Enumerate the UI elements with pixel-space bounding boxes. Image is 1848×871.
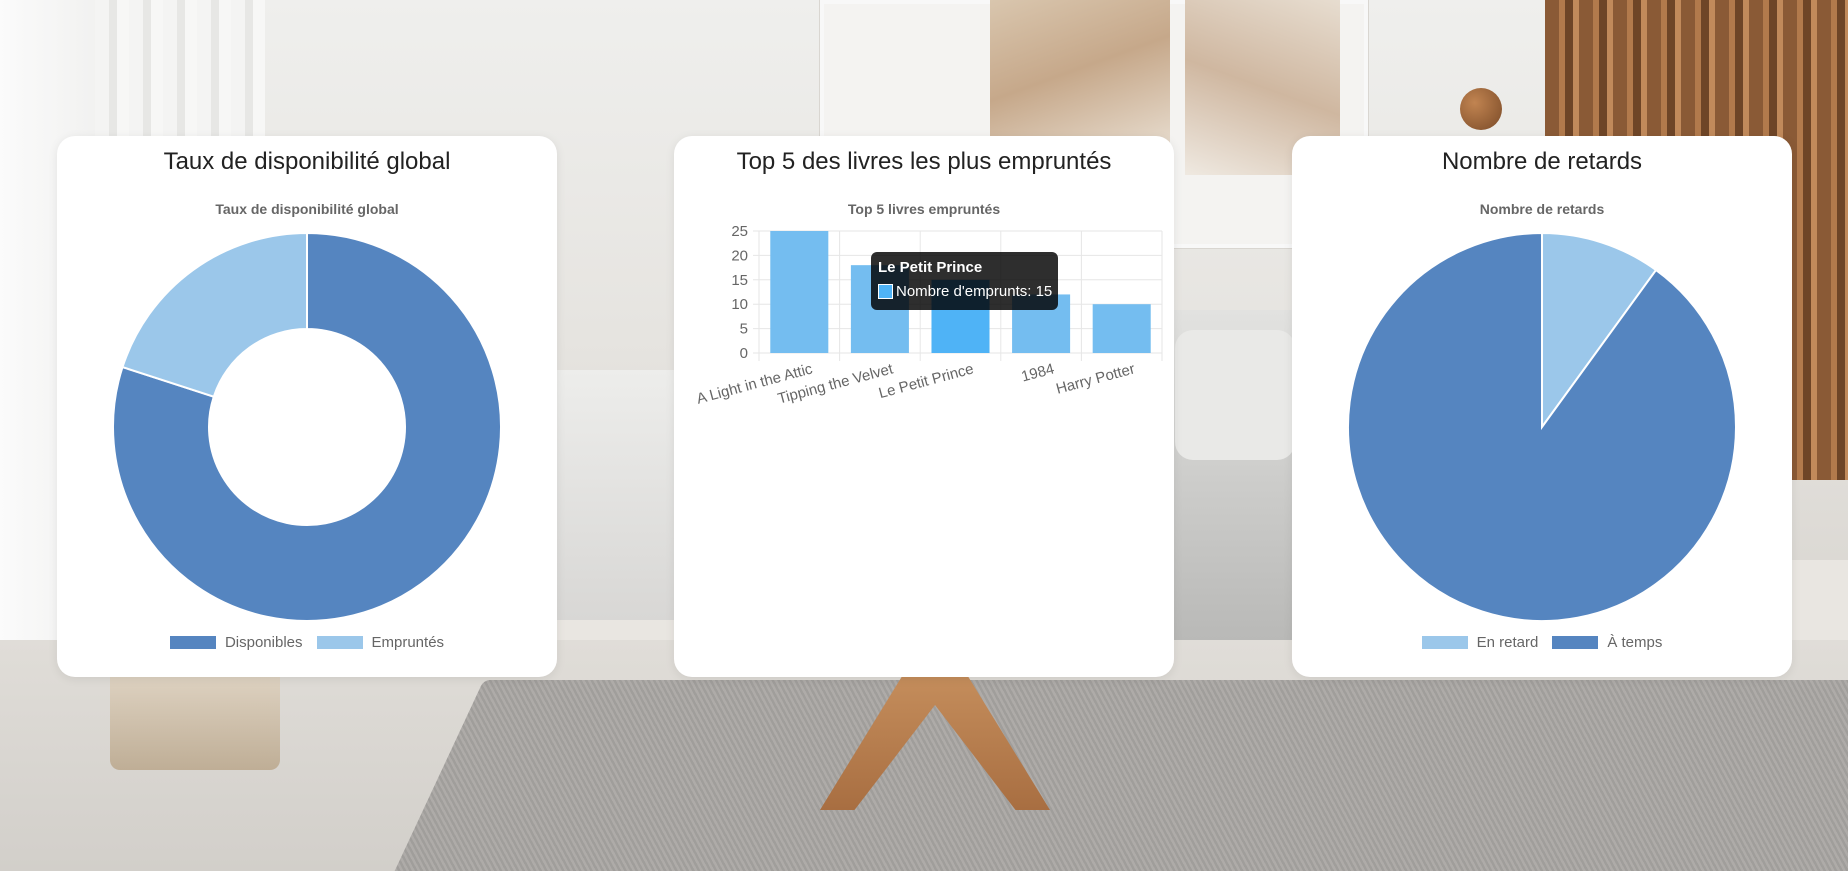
legend-swatch: [1552, 636, 1599, 649]
legend-swatch: [1421, 636, 1468, 649]
x-tick-label: 1984: [1019, 360, 1056, 385]
chart-tooltip: Le Petit Prince Nombre d'emprunts: 15: [871, 252, 1058, 310]
legend-item-a-temps[interactable]: À temps: [1552, 634, 1662, 651]
legend-label: À temps: [1607, 634, 1663, 651]
tooltip-row: Nombre d'emprunts: 15: [878, 283, 1052, 300]
chart-legend: En retard À temps: [1292, 634, 1792, 651]
y-tick-label: 20: [731, 247, 748, 264]
y-tick-label: 0: [740, 345, 748, 362]
rug: [376, 680, 1848, 871]
late-returns-card: Nombre de retards Nombre de retards En r…: [1292, 136, 1792, 677]
x-tick-label: Harry Potter: [1054, 360, 1137, 397]
y-tick-label: 5: [740, 321, 748, 338]
slice-a-temps[interactable]: [1347, 231, 1737, 622]
pillow: [1175, 330, 1295, 460]
bar[interactable]: [770, 231, 829, 353]
wall-lamp: [1460, 88, 1502, 130]
availability-card: Taux de disponibilité global Taux de dis…: [57, 136, 557, 677]
bar[interactable]: [1092, 304, 1151, 353]
legend-label: En retard: [1476, 634, 1539, 651]
legend-item-en-retard[interactable]: En retard: [1421, 634, 1539, 651]
top-books-card: Top 5 des livres les plus empruntés Top …: [674, 136, 1174, 677]
chart-legend: Disponibles Empruntés: [57, 634, 557, 651]
legend-swatch: [169, 636, 216, 649]
legend-item-disponibles[interactable]: Disponibles: [169, 634, 303, 651]
slice-empruntes[interactable]: [121, 231, 308, 398]
late-returns-pie-chart[interactable]: [1292, 136, 1792, 636]
tooltip-swatch: [878, 284, 893, 299]
legend-item-empruntes[interactable]: Empruntés: [316, 634, 445, 651]
tooltip-label: Nombre d'emprunts: 15: [896, 283, 1053, 300]
y-tick-label: 10: [731, 296, 748, 313]
y-tick-label: 15: [731, 272, 748, 289]
legend-swatch: [316, 636, 363, 649]
availability-doughnut-chart[interactable]: [57, 136, 557, 636]
legend-label: Empruntés: [371, 634, 445, 651]
legend-label: Disponibles: [224, 634, 303, 651]
tooltip-title: Le Petit Prince: [878, 259, 983, 276]
y-tick-label: 25: [731, 223, 748, 240]
